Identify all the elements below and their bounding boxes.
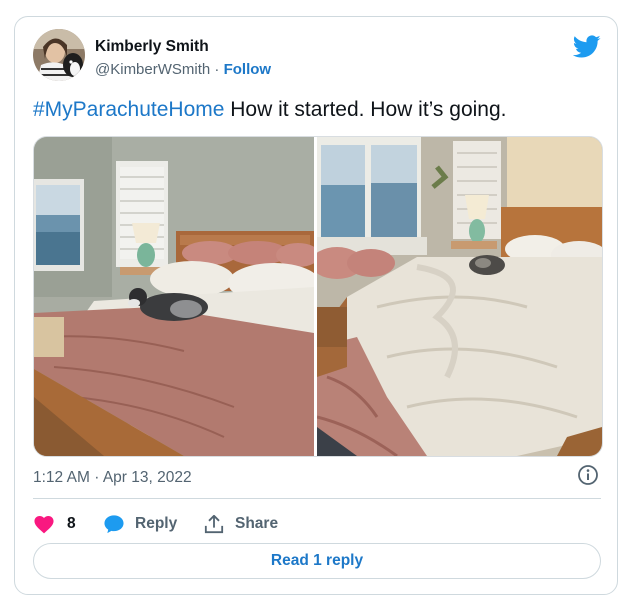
info-icon[interactable] [577,464,599,486]
reply-label: Reply [135,515,178,532]
photo-how-it-started[interactable] [34,137,314,456]
share-button[interactable]: Share [203,510,278,538]
photo-grid [33,136,603,457]
tweet-body: How it started. How it’s going. [224,98,507,121]
timestamp-time: 1:12 AM [33,469,90,486]
read-replies-button[interactable]: Read 1 reply [33,543,601,579]
reply-bubble-icon [104,515,124,534]
photo-how-its-going[interactable] [317,137,602,456]
hashtag-link[interactable]: #MyParachuteHome [33,98,224,121]
share-label: Share [235,515,279,532]
heart-icon [34,516,54,534]
timestamp-date: Apr 13, 2022 [102,469,192,486]
twitter-bird-icon[interactable] [572,35,601,59]
tweet-card: Kimberly Smith @KimberWSmith · Follow #M… [14,16,618,595]
tweet-timestamp[interactable]: 1:12 AM · Apr 13, 2022 [33,469,192,487]
like-button[interactable]: 8 [33,510,76,538]
follow-button[interactable]: Follow [224,61,272,78]
handle-separator: · [214,61,220,78]
action-bar: 8 Reply Share [33,510,601,538]
timestamp-separator: · [94,469,100,486]
tweet-text: #MyParachuteHome How it started. How it’… [33,98,507,122]
reply-button[interactable]: Reply [103,510,177,538]
author-handle-row: @KimberWSmith · Follow [95,61,271,78]
author-handle[interactable]: @KimberWSmith [95,61,210,78]
avatar[interactable] [33,29,85,81]
share-icon [204,514,224,534]
author-name[interactable]: Kimberly Smith [95,38,209,56]
like-count: 8 [67,515,76,532]
divider [33,498,601,499]
